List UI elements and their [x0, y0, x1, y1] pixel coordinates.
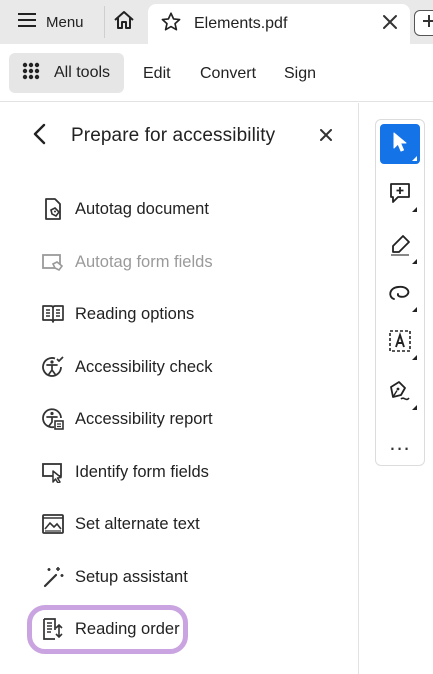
tool-item-set-alternate-text[interactable]: Set alternate text	[40, 507, 200, 541]
close-panel-button[interactable]	[316, 127, 336, 147]
tool-item-label: Setup assistant	[75, 567, 188, 586]
document-tab-title: Elements.pdf	[194, 15, 288, 32]
tool-item-label: Accessibility report	[75, 409, 213, 428]
draw-tool-button[interactable]	[380, 275, 420, 315]
close-icon	[320, 128, 332, 146]
accessibility-report-icon	[40, 406, 66, 432]
autotag-document-icon	[40, 196, 66, 222]
tool-item-accessibility-check[interactable]: Accessibility check	[40, 350, 213, 384]
tool-item-reading-options[interactable]: Reading options	[40, 297, 194, 331]
tool-item-label: Autotag form fields	[75, 252, 213, 271]
new-tab-button[interactable]	[414, 10, 433, 36]
submenu-indicator	[412, 355, 417, 360]
tool-item-label: Accessibility check	[75, 357, 213, 376]
autotag-form-fields-icon	[40, 249, 66, 275]
sign-tool-button[interactable]	[380, 373, 420, 413]
tool-item-autotag-document[interactable]: Autotag document	[40, 192, 209, 226]
all-tools-button[interactable]: All tools	[9, 53, 124, 93]
submenu-indicator	[412, 156, 417, 161]
close-tab-icon[interactable]	[382, 14, 398, 35]
all-tools-label: All tools	[54, 64, 111, 81]
tool-item-label: Reading options	[75, 304, 195, 323]
submenu-indicator	[412, 207, 417, 212]
sign-pen-icon	[387, 379, 413, 408]
identify-form-fields-icon	[40, 459, 66, 485]
highlight-tool-button[interactable]	[380, 227, 420, 267]
select-cursor-icon	[391, 131, 409, 158]
more-tools-button[interactable]: ...	[376, 430, 424, 456]
menu-button[interactable]: Menu	[8, 6, 98, 38]
tool-item-label: Autotag document	[75, 199, 209, 218]
document-tab[interactable]: Elements.pdf	[148, 4, 410, 44]
grid-dots-icon	[22, 62, 40, 85]
magic-wand-icon	[40, 564, 66, 590]
back-button[interactable]	[28, 123, 50, 149]
submenu-indicator	[412, 307, 417, 312]
tool-item-identify-form-fields[interactable]: Identify form fields	[40, 455, 209, 489]
panel-title: Prepare for accessibility	[71, 125, 276, 146]
sign-link[interactable]: Sign	[284, 65, 316, 83]
menu-label: Menu	[46, 13, 84, 31]
tool-item-label: Identify form fields	[75, 462, 209, 481]
convert-link[interactable]: Convert	[200, 65, 256, 83]
lasso-draw-icon	[387, 282, 413, 309]
submenu-indicator	[412, 405, 417, 410]
hamburger-icon	[18, 13, 36, 31]
chevron-left-icon	[32, 123, 46, 150]
home-icon	[113, 10, 135, 35]
select-tool-button[interactable]	[380, 124, 420, 164]
home-button[interactable]	[104, 6, 142, 38]
tool-item-accessibility-report[interactable]: Accessibility report	[40, 402, 213, 436]
add-comment-button[interactable]	[380, 175, 420, 215]
tab-bar: Menu Elements.pdf	[0, 0, 433, 44]
image-alt-text-icon	[40, 511, 66, 537]
add-comment-icon	[388, 181, 412, 210]
accessibility-panel: Prepare for accessibility Autotag docume…	[0, 103, 359, 674]
book-icon	[40, 301, 66, 327]
tool-item-label: Set alternate text	[75, 514, 200, 533]
panel-header: Prepare for accessibility	[0, 103, 359, 169]
text-select-icon	[388, 329, 412, 358]
accessibility-check-icon	[40, 354, 66, 380]
main-toolbar: All tools Edit Convert Sign	[0, 44, 433, 102]
plus-icon	[422, 14, 433, 33]
tool-item-autotag-form-fields[interactable]: Autotag form fields	[40, 245, 213, 279]
highlight-pen-icon	[388, 233, 412, 262]
submenu-indicator	[412, 259, 417, 264]
edit-link[interactable]: Edit	[143, 65, 171, 83]
star-icon[interactable]	[160, 11, 182, 38]
text-box-tool-button[interactable]	[380, 323, 420, 363]
quick-tools-bar: ...	[375, 119, 425, 466]
reading-order-highlight-ring	[27, 605, 188, 654]
tool-item-setup-assistant[interactable]: Setup assistant	[40, 560, 188, 594]
